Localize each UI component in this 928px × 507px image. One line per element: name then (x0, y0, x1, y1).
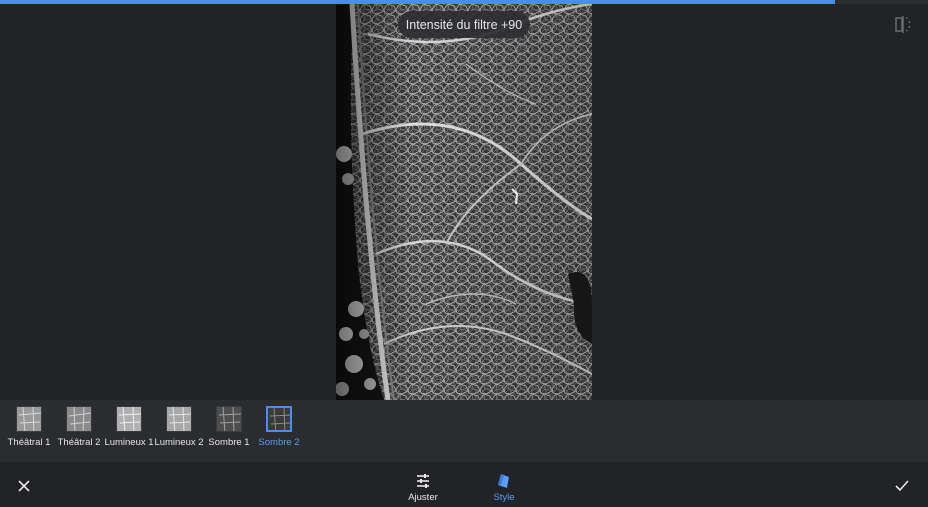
filter-sombre-2[interactable]: Sombre 2 (254, 405, 304, 457)
bottom-bar: Ajuster Style (0, 462, 928, 507)
leaf-photo-graphic (336, 4, 592, 400)
sliders-icon (417, 474, 429, 488)
tab-ajuster[interactable]: Ajuster (393, 470, 453, 506)
filter-thumbnail (166, 406, 192, 432)
tab-style[interactable]: Style (474, 470, 534, 506)
filter-label: Sombre 2 (258, 437, 300, 448)
filter-strip: Théâtral 1 Théâtral 2 Lumineux 1 Lumineu… (0, 400, 928, 462)
filter-thumbnail (16, 406, 42, 432)
filter-thumbnail (66, 406, 92, 432)
tab-label: Style (493, 492, 515, 503)
photo-preview[interactable] (336, 4, 592, 400)
filter-intensity-indicator[interactable]: Intensité du filtre +90 (398, 11, 530, 38)
confirm-button[interactable] (893, 478, 911, 494)
cancel-button[interactable] (16, 478, 32, 494)
close-icon (18, 480, 30, 492)
checkmark-icon (895, 480, 909, 492)
filter-thumbnail (216, 406, 242, 432)
filter-thumbnail (266, 406, 292, 432)
filter-sombre-1[interactable]: Sombre 1 (204, 405, 254, 457)
compare-icon (895, 16, 911, 33)
compare-button[interactable] (892, 14, 914, 36)
filter-lumineux-2[interactable]: Lumineux 2 (154, 405, 204, 457)
style-brush-icon (498, 474, 509, 488)
filter-intensity-label: Intensité du filtre +90 (405, 17, 523, 32)
filter-theatral-2[interactable]: Théâtral 2 (54, 405, 104, 457)
tab-label: Ajuster (408, 492, 438, 503)
filter-theatral-1[interactable]: Théâtral 1 (4, 405, 54, 457)
filter-thumbnail (116, 406, 142, 432)
filter-lumineux-1[interactable]: Lumineux 1 (104, 405, 154, 457)
